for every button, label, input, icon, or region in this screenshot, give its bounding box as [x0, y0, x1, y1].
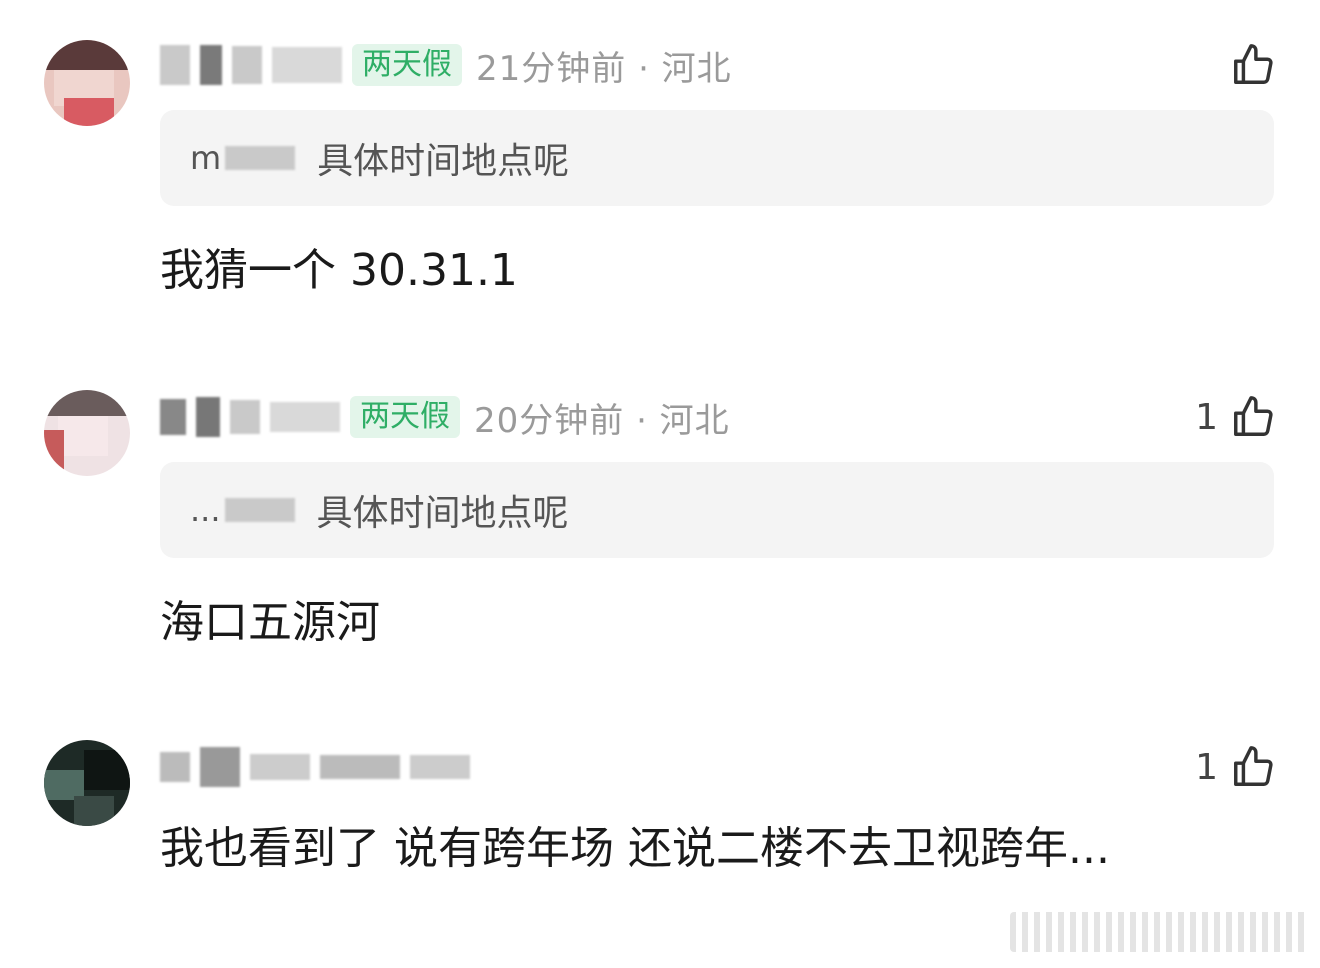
username-blurred[interactable] [160, 752, 190, 782]
like-button[interactable]: 1 [1195, 740, 1276, 794]
username-blurred[interactable] [160, 45, 190, 85]
quoted-username: m [190, 139, 305, 177]
comment-body: 海口五源河 [160, 597, 380, 648]
username-row: 两天假 21分钟前 · 河北 [160, 38, 732, 92]
quoted-reply[interactable]: ... 具体时间地点呢 [160, 462, 1274, 558]
thumbs-up-icon [1234, 746, 1273, 786]
quoted-reply[interactable]: m 具体时间地点呢 [160, 110, 1274, 206]
like-button[interactable]: 1 [1195, 390, 1276, 444]
comment-meta: 21分钟前 · 河北 [476, 48, 732, 89]
like-button[interactable] [1218, 38, 1276, 92]
thumbs-up-icon [1234, 44, 1273, 84]
quoted-text: 具体时间地点呢 [317, 141, 570, 182]
avatar[interactable] [44, 390, 130, 476]
like-count: 1 [1195, 746, 1218, 788]
username-row [160, 740, 480, 794]
thumbs-up-icon [1234, 396, 1273, 436]
avatar[interactable] [44, 40, 130, 126]
watermark [1010, 912, 1310, 952]
user-tag: 两天假 [350, 396, 460, 438]
username-row: 两天假 20分钟前 · 河北 [160, 390, 730, 444]
comment-body: 我猜一个 30.31.1 [160, 245, 518, 296]
like-count: 1 [1195, 396, 1218, 438]
comment-meta: 20分钟前 · 河北 [474, 400, 730, 441]
comment-body: 我也看到了 说有跨年场 还说二楼不去卫视跨年... [160, 823, 1110, 874]
quoted-text: 具体时间地点呢 [316, 493, 569, 534]
user-tag: 两天假 [352, 44, 462, 86]
quoted-username: ... [190, 491, 305, 529]
avatar[interactable] [44, 740, 130, 826]
username-blurred[interactable] [160, 399, 186, 435]
